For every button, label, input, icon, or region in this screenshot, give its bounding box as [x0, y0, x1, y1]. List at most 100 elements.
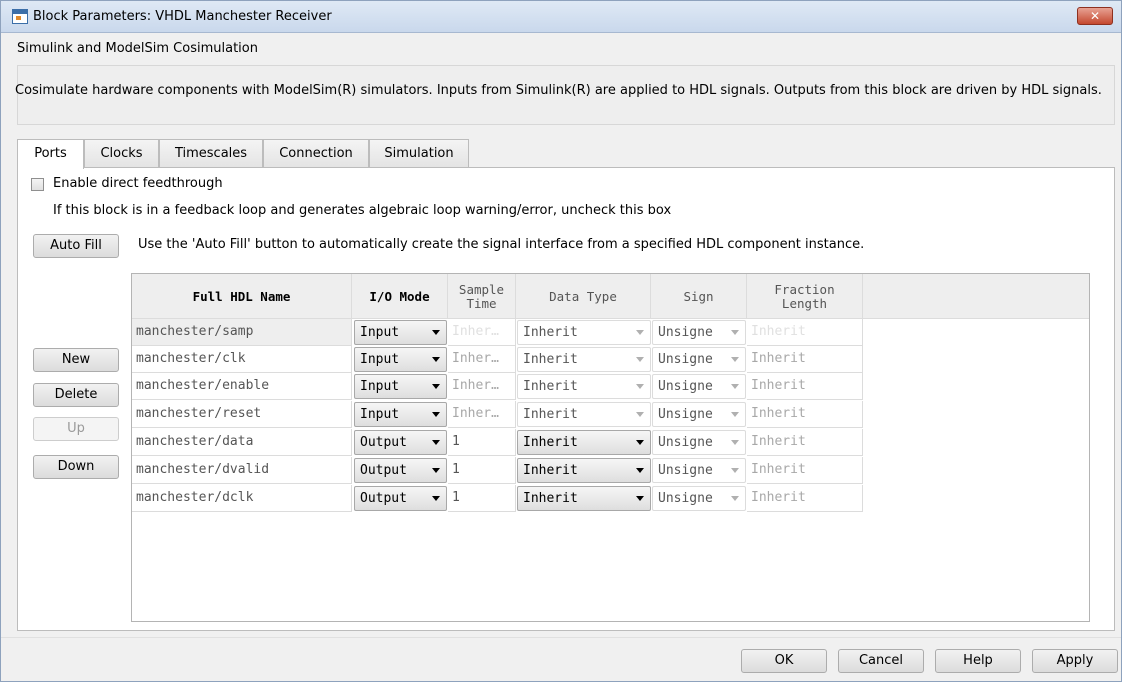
cell-sample-time[interactable]: Inher… [448, 401, 516, 428]
io-mode-value: Output [360, 491, 407, 506]
auto-fill-hint: Use the 'Auto Fill' button to automatica… [138, 237, 865, 252]
sign-select: Unsigne [652, 486, 746, 511]
column-header-sample-time[interactable]: Sample Time [448, 274, 516, 319]
chevron-down-icon [432, 496, 440, 501]
cell-name[interactable]: manchester/data [132, 429, 352, 456]
cell-fraction-length: Inherit [747, 457, 863, 484]
apply-button[interactable]: Apply [1032, 649, 1118, 673]
cell-fraction-length: Inherit [747, 485, 863, 512]
io-mode-value: Output [360, 435, 407, 450]
data-type-select: Inherit [517, 374, 651, 399]
footer-divider [1, 637, 1121, 638]
sign-select: Unsigne [652, 402, 746, 427]
sign-select: Unsigne [652, 430, 746, 455]
sign-select: Unsigne [652, 320, 746, 345]
io-mode-select[interactable]: Input [354, 402, 447, 427]
help-button[interactable]: Help [935, 649, 1021, 673]
chevron-down-icon [432, 330, 440, 335]
tab-connection[interactable]: Connection [263, 139, 369, 167]
chevron-down-icon [731, 496, 739, 501]
cell-name[interactable]: manchester/reset [132, 401, 352, 428]
column-header-io-mode[interactable]: I/O Mode [352, 274, 448, 319]
sign-select: Unsigne [652, 458, 746, 483]
up-button[interactable]: Up [33, 417, 119, 441]
io-mode-value: Output [360, 463, 407, 478]
cell-name[interactable]: manchester/enable [132, 373, 352, 400]
cell-sample-time[interactable]: 1 [448, 457, 516, 484]
chevron-down-icon [636, 330, 644, 335]
cell-name[interactable]: manchester/clk [132, 346, 352, 373]
column-header-fraction-length[interactable]: Fraction Length [747, 274, 863, 319]
feedthrough-checkbox[interactable] [31, 178, 44, 191]
sign-select: Unsigne [652, 347, 746, 372]
data-type-select[interactable]: Inherit [517, 486, 651, 511]
data-type-select: Inherit [517, 320, 651, 345]
sign-value: Unsigne [658, 491, 713, 506]
column-header-sign[interactable]: Sign [651, 274, 747, 319]
new-button[interactable]: New [33, 348, 119, 372]
data-type-select: Inherit [517, 402, 651, 427]
data-type-value: Inherit [523, 325, 578, 340]
sign-value: Unsigne [658, 435, 713, 450]
cancel-button[interactable]: Cancel [838, 649, 924, 673]
data-type-value: Inherit [523, 379, 578, 394]
io-mode-select[interactable]: Input [354, 374, 447, 399]
cell-sample-time[interactable]: 1 [448, 429, 516, 456]
tab-timescales[interactable]: Timescales [159, 139, 263, 167]
ok-button[interactable]: OK [741, 649, 827, 673]
close-icon[interactable]: ✕ [1077, 7, 1113, 25]
cell-sample-time[interactable]: Inher… [448, 373, 516, 400]
tab-ports[interactable]: Ports [17, 139, 84, 169]
cell-fraction-length: Inherit [747, 401, 863, 428]
chevron-down-icon [432, 412, 440, 417]
chevron-down-icon [432, 468, 440, 473]
io-mode-select[interactable]: Input [354, 347, 447, 372]
auto-fill-button[interactable]: Auto Fill [33, 234, 119, 258]
cell-name[interactable]: manchester/dvalid [132, 457, 352, 484]
chevron-down-icon [432, 440, 440, 445]
dialog-window: Block Parameters: VHDL Manchester Receiv… [0, 0, 1122, 682]
data-type-select: Inherit [517, 347, 651, 372]
chevron-down-icon [636, 384, 644, 389]
cell-fraction-length: Inherit [747, 429, 863, 456]
data-type-select[interactable]: Inherit [517, 430, 651, 455]
tab-clocks[interactable]: Clocks [84, 139, 159, 167]
chevron-down-icon [636, 412, 644, 417]
sign-value: Unsigne [658, 463, 713, 478]
io-mode-select[interactable]: Output [354, 430, 447, 455]
column-header-data-type[interactable]: Data Type [516, 274, 651, 319]
data-type-select[interactable]: Inherit [517, 458, 651, 483]
cell-sample-time[interactable]: Inher… [448, 319, 516, 346]
delete-button[interactable]: Delete [33, 383, 119, 407]
section-title: Simulink and ModelSim Cosimulation [17, 41, 258, 56]
chevron-down-icon [432, 384, 440, 389]
cell-name[interactable]: manchester/samp [132, 319, 352, 346]
data-type-value: Inherit [523, 463, 578, 478]
sign-select: Unsigne [652, 374, 746, 399]
io-mode-select[interactable]: Output [354, 486, 447, 511]
description-text: Cosimulate hardware components with Mode… [15, 83, 1102, 98]
io-mode-value: Input [360, 407, 400, 422]
data-type-value: Inherit [523, 435, 578, 450]
io-mode-select[interactable]: Input [354, 320, 447, 345]
simulink-block-icon [12, 9, 28, 24]
chevron-down-icon [636, 357, 644, 362]
cell-fraction-length: Inherit [747, 346, 863, 373]
chevron-down-icon [731, 440, 739, 445]
cell-fraction-length: Inherit [747, 373, 863, 400]
title-bar[interactable]: Block Parameters: VHDL Manchester Receiv… [1, 1, 1121, 33]
down-button[interactable]: Down [33, 455, 119, 479]
io-mode-value: Input [360, 352, 400, 367]
tab-simulation[interactable]: Simulation [369, 139, 469, 167]
column-header-name[interactable]: Full HDL Name [132, 274, 352, 319]
cell-name[interactable]: manchester/dclk [132, 485, 352, 512]
chevron-down-icon [731, 468, 739, 473]
chevron-down-icon [731, 357, 739, 362]
cell-sample-time[interactable]: 1 [448, 485, 516, 512]
window-title: Block Parameters: VHDL Manchester Receiv… [33, 9, 332, 24]
cell-sample-time[interactable]: Inher… [448, 346, 516, 373]
io-mode-select[interactable]: Output [354, 458, 447, 483]
cell-fraction-length: Inherit [747, 319, 863, 346]
chevron-down-icon [636, 468, 644, 473]
chevron-down-icon [731, 384, 739, 389]
